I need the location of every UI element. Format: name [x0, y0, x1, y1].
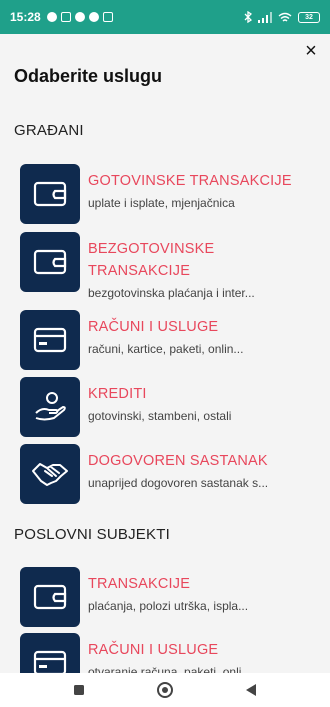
service-item-title: KREDITI [88, 386, 147, 402]
section-header-poslovni-subjekti: POSLOVNI SUBJEKTI [14, 526, 170, 543]
wallet-icon [20, 232, 80, 292]
back-icon [246, 684, 256, 696]
service-item-racuni-i-usluge-poslovni[interactable]: RAČUNI I USLUGE otvaranje računa, paketi… [20, 633, 320, 673]
service-item-subtitle: računi, kartice, paketi, onlin... [88, 342, 244, 356]
wallet-icon [20, 164, 80, 224]
linkedin-icon [102, 12, 113, 22]
service-item-subtitle: plaćanja, polozi utrška, ispla... [88, 599, 249, 613]
service-item-bezgotovinske-transakcije[interactable]: BEZGOTOVINSKE TRANSAKCIJE bezgotovinska … [20, 232, 320, 302]
service-item-title: BEZGOTOVINSKE TRANSAKCIJE [88, 241, 215, 279]
recents-icon [74, 685, 84, 695]
service-item-title: DOGOVOREN SASTANAK [88, 453, 268, 469]
recents-button[interactable] [67, 678, 91, 702]
service-item-krediti[interactable]: KREDITI gotovinski, stambeni, ostali [20, 377, 320, 437]
service-item-subtitle: uplate i isplate, mjenjačnica [88, 196, 235, 210]
home-button[interactable] [153, 678, 177, 702]
service-item-gotovinske-transakcije[interactable]: GOTOVINSKE TRANSAKCIJE uplate i isplate,… [20, 164, 320, 224]
back-button[interactable] [239, 678, 263, 702]
signal-icon [258, 11, 272, 23]
service-item-title: GOTOVINSKE TRANSAKCIJE [88, 173, 292, 189]
handshake-icon [20, 444, 80, 504]
hand-coin-icon [20, 377, 80, 437]
app-notification-icon [60, 12, 71, 22]
wifi-icon [278, 12, 292, 22]
bluetooth-icon [244, 11, 252, 23]
service-item-title: RAČUNI I USLUGE [88, 642, 219, 658]
service-item-title: TRANSAKCIJE [88, 576, 191, 592]
alarm-icon [46, 12, 57, 22]
service-item-dogovoren-sastanak[interactable]: DOGOVOREN SASTANAK unaprijed dogovoren s… [20, 444, 320, 504]
service-selection-sheet: × Odaberite uslugu GRAĐANI GOTOVINSKE TR… [0, 34, 330, 673]
close-button[interactable]: × [298, 38, 324, 64]
status-bar: 15:28 32 [0, 0, 330, 34]
card-icon [20, 310, 80, 370]
service-item-title: RAČUNI I USLUGE [88, 319, 219, 335]
sheet-title: Odaberite uslugu [14, 66, 163, 86]
system-icons: 32 [244, 11, 320, 23]
navigation-bar [0, 673, 330, 707]
notification-icons [46, 12, 113, 22]
battery-icon: 32 [298, 11, 320, 23]
service-item-subtitle: bezgotovinska plaćanja i inter... [88, 286, 255, 300]
card-icon [20, 633, 80, 673]
wallet-icon [20, 567, 80, 627]
status-time: 15:28 [10, 10, 41, 24]
section-header-gradani: GRAĐANI [14, 122, 84, 139]
service-item-transakcije[interactable]: TRANSAKCIJE plaćanja, polozi utrška, isp… [20, 567, 320, 627]
service-item-subtitle: unaprijed dogovoren sastanak s... [88, 476, 269, 490]
chrome-icon [74, 12, 85, 22]
service-item-subtitle: otvaranje računa, paketi, onli... [88, 665, 252, 673]
home-icon [157, 682, 173, 698]
app-notification-icon [88, 12, 99, 22]
service-item-subtitle: gotovinski, stambeni, ostali [88, 409, 232, 423]
service-item-racuni-i-usluge[interactable]: RAČUNI I USLUGE računi, kartice, paketi,… [20, 310, 320, 370]
